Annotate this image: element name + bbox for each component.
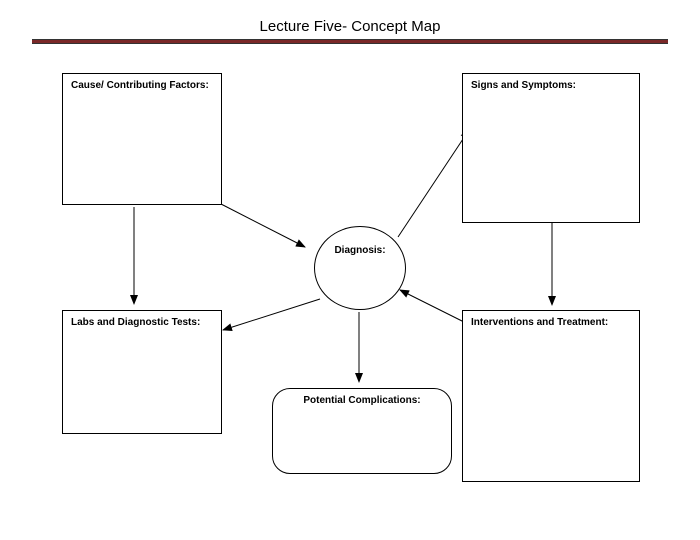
label-diagnosis: Diagnosis: xyxy=(315,227,405,256)
title-divider xyxy=(32,39,668,44)
circle-diagnosis: Diagnosis: xyxy=(314,226,406,310)
box-labs: Labs and Diagnostic Tests: xyxy=(62,310,222,434)
box-complications: Potential Complications: xyxy=(272,388,452,474)
box-signs: Signs and Symptoms: xyxy=(462,73,640,223)
label-complications: Potential Complications: xyxy=(273,389,451,412)
box-interventions: Interventions and Treatment: xyxy=(462,310,640,482)
label-interventions: Interventions and Treatment: xyxy=(463,311,639,334)
box-cause: Cause/ Contributing Factors: xyxy=(62,73,222,205)
page-title: Lecture Five- Concept Map xyxy=(0,0,700,39)
label-labs: Labs and Diagnostic Tests: xyxy=(63,311,221,334)
label-signs: Signs and Symptoms: xyxy=(463,74,639,97)
label-cause: Cause/ Contributing Factors: xyxy=(63,74,221,97)
